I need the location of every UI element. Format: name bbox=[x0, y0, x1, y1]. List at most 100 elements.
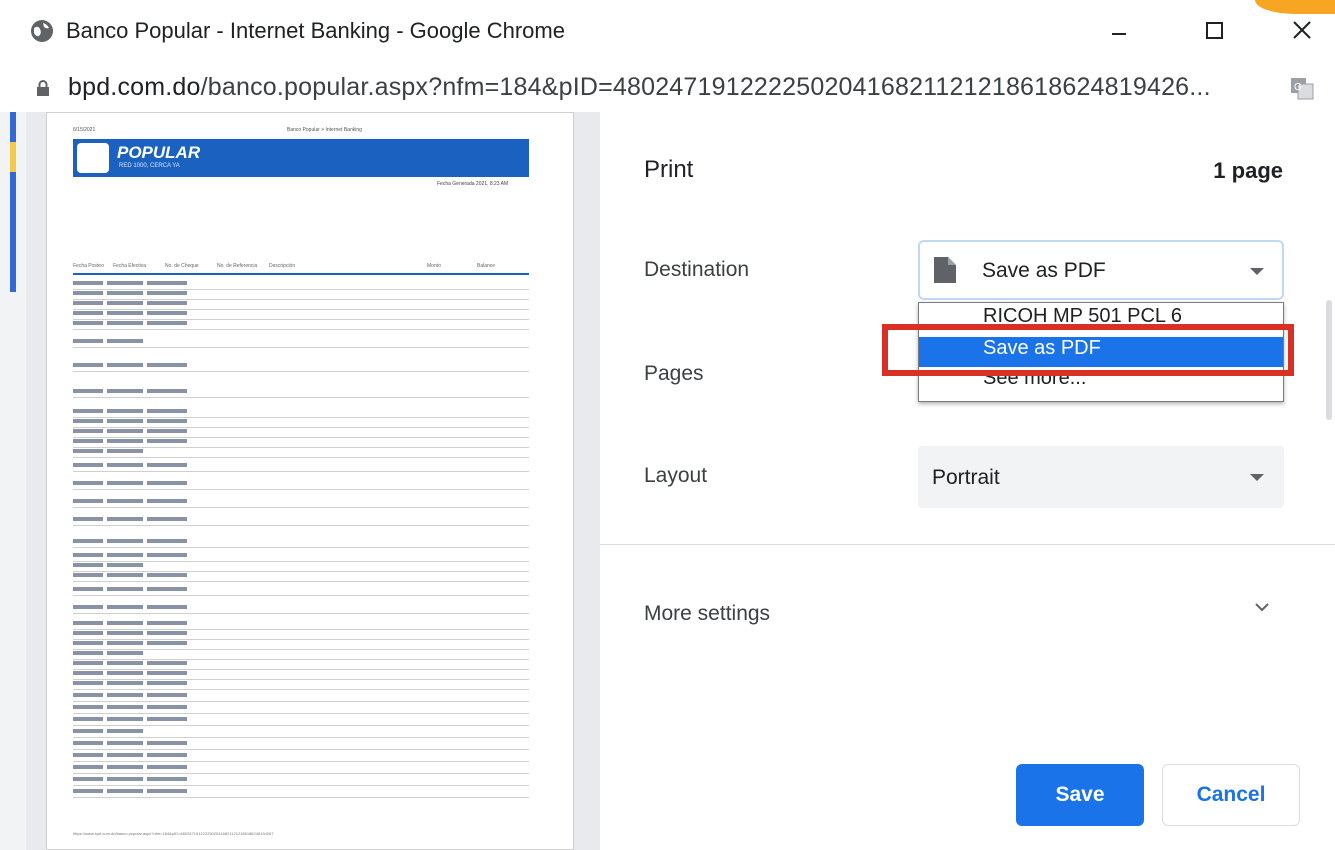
preview-transaction-row bbox=[73, 539, 529, 548]
preview-transaction-row bbox=[73, 587, 529, 596]
preview-cell bbox=[147, 463, 187, 467]
background-blue-bar bbox=[10, 112, 16, 292]
preview-cell bbox=[107, 605, 143, 609]
preview-cell bbox=[107, 573, 143, 577]
maximize-icon[interactable] bbox=[1190, 10, 1238, 52]
destination-select[interactable]: Save as PDF bbox=[918, 240, 1284, 300]
preview-cell bbox=[147, 301, 187, 305]
save-button[interactable]: Save bbox=[1016, 764, 1144, 826]
layout-label: Layout bbox=[644, 464, 708, 487]
preview-cell bbox=[73, 301, 103, 305]
preview-cell bbox=[73, 631, 103, 635]
preview-cell bbox=[147, 429, 187, 433]
preview-cell bbox=[73, 553, 103, 557]
preview-cell bbox=[107, 463, 143, 467]
preview-cell bbox=[147, 321, 187, 325]
preview-cell bbox=[107, 661, 143, 665]
preview-cell bbox=[107, 449, 143, 453]
preview-cell bbox=[107, 363, 143, 367]
preview-transaction-row bbox=[73, 717, 529, 726]
preview-cell bbox=[147, 389, 187, 393]
preview-cell bbox=[107, 311, 143, 315]
preview-cell bbox=[73, 321, 103, 325]
preview-cell bbox=[147, 621, 187, 625]
preview-cell bbox=[147, 409, 187, 413]
preview-cell bbox=[73, 311, 103, 315]
url-text[interactable]: bpd.com.do/banco.popular.aspx?nfm=184&pI… bbox=[68, 73, 1211, 102]
preview-transaction-row bbox=[73, 553, 529, 562]
preview-cell bbox=[147, 291, 187, 295]
preview-cell bbox=[107, 621, 143, 625]
preview-cell bbox=[73, 449, 103, 453]
preview-cell bbox=[107, 777, 143, 781]
window-titlebar: Banco Popular - Internet Banking - Googl… bbox=[0, 0, 1335, 62]
close-icon[interactable] bbox=[1278, 10, 1326, 52]
preview-col-3: No. de Referencia bbox=[217, 263, 258, 269]
preview-cell bbox=[147, 681, 187, 685]
preview-transaction-row bbox=[73, 777, 529, 786]
window-title: Banco Popular - Internet Banking - Googl… bbox=[66, 18, 565, 43]
preview-cell bbox=[73, 587, 103, 591]
preview-transaction-row bbox=[73, 429, 529, 438]
cancel-button[interactable]: Cancel bbox=[1162, 764, 1300, 826]
preview-col-2: No. de Cheque bbox=[165, 263, 199, 269]
print-preview[interactable]: 6/15/2021 Banco Popular > Internet Banki… bbox=[26, 112, 600, 850]
preview-cell bbox=[147, 587, 187, 591]
bank-logo-icon bbox=[77, 143, 109, 173]
preview-cell bbox=[107, 339, 143, 343]
preview-transaction-row bbox=[73, 693, 529, 702]
minimize-icon[interactable] bbox=[1095, 10, 1143, 52]
preview-cell bbox=[73, 671, 103, 675]
preview-cell bbox=[107, 587, 143, 591]
preview-header-rule bbox=[73, 273, 529, 275]
chevron-down-icon[interactable] bbox=[1252, 600, 1272, 614]
preview-cell bbox=[147, 553, 187, 557]
preview-cell bbox=[107, 765, 143, 769]
preview-transaction-row bbox=[73, 765, 529, 774]
preview-cell bbox=[107, 717, 143, 721]
preview-transaction-row bbox=[73, 605, 529, 614]
preview-transaction-row bbox=[73, 321, 529, 330]
preview-cell bbox=[147, 311, 187, 315]
preview-transaction-row bbox=[73, 789, 529, 798]
print-title: Print bbox=[644, 156, 694, 183]
preview-cell bbox=[73, 573, 103, 577]
dropdown-arrow-icon bbox=[1250, 268, 1264, 275]
preview-cell bbox=[147, 605, 187, 609]
preview-cell bbox=[107, 631, 143, 635]
preview-date: Fecha Generada 2021, 8:23 AM bbox=[437, 181, 509, 187]
preview-cell bbox=[107, 409, 143, 413]
layout-value: Portrait bbox=[932, 466, 1000, 489]
preview-cell bbox=[73, 705, 103, 709]
preview-cell bbox=[147, 481, 187, 485]
preview-cell bbox=[147, 693, 187, 697]
preview-transaction-row bbox=[73, 563, 529, 572]
preview-cell bbox=[147, 573, 187, 577]
preview-cell bbox=[73, 641, 103, 645]
preview-cell bbox=[147, 765, 187, 769]
preview-brand: POPULAR bbox=[117, 143, 201, 162]
preview-cell bbox=[73, 499, 103, 503]
translate-icon[interactable]: G bbox=[1290, 76, 1314, 100]
address-bar[interactable]: bpd.com.do/banco.popular.aspx?nfm=184&pI… bbox=[0, 62, 1335, 112]
preview-cell bbox=[73, 517, 103, 521]
preview-col-5: Monto bbox=[427, 263, 441, 269]
preview-transaction-row bbox=[73, 439, 529, 448]
preview-transaction-row bbox=[73, 499, 529, 508]
preview-cell bbox=[107, 671, 143, 675]
preview-transaction-row bbox=[73, 463, 529, 472]
more-settings-toggle[interactable]: More settings bbox=[644, 602, 770, 626]
preview-cell bbox=[147, 439, 187, 443]
preview-cell bbox=[107, 439, 143, 443]
preview-cell bbox=[73, 621, 103, 625]
destination-value: Save as PDF bbox=[982, 259, 1106, 282]
preview-transaction-row bbox=[73, 631, 529, 640]
preview-cell bbox=[73, 753, 103, 757]
layout-select[interactable]: Portrait bbox=[918, 446, 1284, 508]
preview-cell bbox=[73, 339, 103, 343]
preview-transaction-row bbox=[73, 729, 529, 738]
url-host: bpd.com.do bbox=[68, 73, 201, 101]
preview-cell bbox=[107, 389, 143, 393]
preview-brand-sub: RED 1000, CERCA YA bbox=[119, 163, 180, 169]
panel-scrollbar[interactable] bbox=[1326, 300, 1332, 420]
